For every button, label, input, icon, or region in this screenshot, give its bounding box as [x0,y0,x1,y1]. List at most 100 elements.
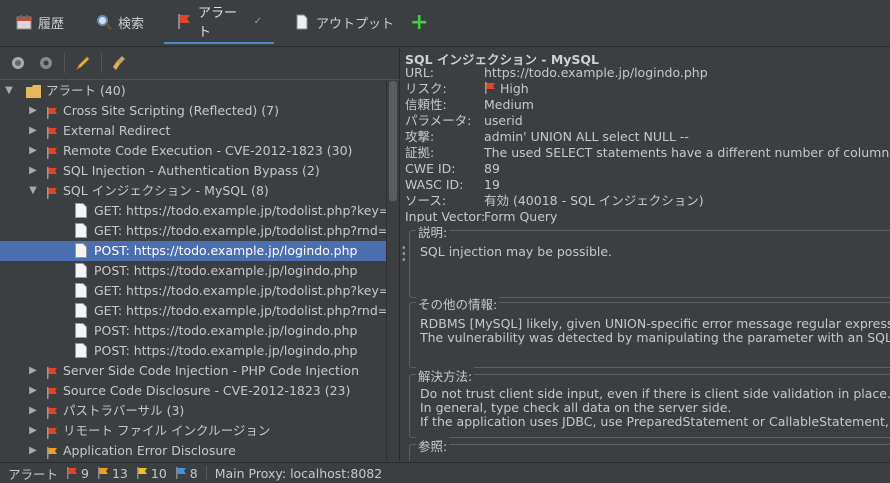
alert-group-label: External Redirect [63,123,171,138]
scrollbar-thumb[interactable] [389,81,397,201]
tab-search[interactable]: 検索 [84,0,156,44]
alert-instance-label: POST: https://todo.example.jp/logindo.ph… [94,263,358,278]
expand-arrow-icon[interactable]: ▶ [28,441,38,461]
alerts-tree-panel: ▼ アラート (40) ▶ Cross Site Scripting (Reflect… [0,47,400,461]
alert-group[interactable]: ▶ External Redirect [0,121,386,141]
tab-history-label: 履歴 [38,16,65,32]
alert-instance[interactable]: GET: https://todo.example.jp/todolist.ph… [0,201,386,221]
alert-group[interactable]: ▶ Server Side Code Injection - PHP Code I… [0,361,386,381]
alert-detail-panel: SQL インジェクション - MySQL URL: https://todo.ex… [405,47,890,461]
flag-icon [176,13,192,29]
alert-group[interactable]: ▶ リモート ファイル インクルージョン [0,421,386,441]
alert-instance-label: POST: https://todo.example.jp/logindo.ph… [94,343,358,358]
tab-output[interactable]: アウトプット [282,0,406,44]
tab-search-label: 検索 [118,16,145,32]
pencil-icon [75,56,90,71]
expand-arrow-icon[interactable]: ▶ [28,141,38,161]
alerts-tree[interactable]: ▼ アラート (40) ▶ Cross Site Scripting (Reflect… [0,81,386,461]
alert-instance[interactable]: POST: https://todo.example.jp/logindo.ph… [0,241,386,261]
risk-value: High [500,81,529,96]
expand-arrow-icon[interactable]: ▶ [28,381,38,401]
expand-arrow-icon[interactable]: ▶ [28,361,38,381]
alert-group-label: Application Error Disclosure [63,443,236,458]
document-icon [75,243,87,258]
expand-arrow-icon[interactable]: ▶ [28,121,38,141]
alert-instance[interactable]: POST: https://todo.example.jp/logindo.ph… [0,321,386,341]
clear-alerts-button[interactable] [110,53,130,73]
alert-instance-label: POST: https://todo.example.jp/logindo.ph… [94,243,358,258]
alert-group[interactable]: ▶ Remote Code Execution - CVE-2012-1823 (… [0,141,386,161]
filter-button[interactable] [8,53,28,73]
flag-icon [46,365,58,379]
alert-instance[interactable]: POST: https://todo.example.jp/logindo.ph… [0,341,386,361]
document-icon [294,14,310,30]
detail-field-value: 有効 (40018 - SQL インジェクション) [484,193,704,208]
detail-field-value: 19 [484,177,500,192]
tab-output-label: アウトプット [316,16,395,32]
scan-button[interactable] [36,53,56,73]
document-icon [75,203,87,218]
solution-title: 解決方法: [416,366,475,385]
collapse-arrow-icon[interactable]: ▼ [28,181,38,201]
detail-field-key: CWE ID: [405,161,456,176]
alert-instance[interactable]: GET: https://todo.example.jp/todolist.ph… [0,221,386,241]
toolbar-separator [64,53,65,73]
alert-group[interactable]: ▶ Source Code Disclosure - CVE-2012-1823 … [0,381,386,401]
alert-group[interactable]: ▶ Cross Site Scripting (Reflected) (7) [0,101,386,121]
flag-icon [46,185,58,199]
info-count: 8 [175,466,198,481]
description-title: 説明: [416,222,450,241]
flag-info-icon [175,467,186,479]
other-info-title: その他の情報: [416,294,500,313]
broom-icon [113,56,125,70]
detail-field-key: 証拠: [405,145,435,160]
alert-group-label: パストラバーサル (3) [63,403,185,418]
collapse-arrow-icon[interactable]: ▼ [4,81,14,101]
flag-icon [46,105,58,119]
alert-group-label: Cross Site Scripting (Reflected) (7) [63,103,279,118]
high-count: 9 [66,466,89,481]
detail-field-key: パラメータ: [405,113,472,128]
tree-root-alerts[interactable]: ▼ アラート (40) [0,81,386,101]
alert-instance[interactable]: GET: https://todo.example.jp/todolist.ph… [0,281,386,301]
high-count-value: 9 [81,465,89,481]
detail-field-value: Form Query [484,209,558,224]
detail-field-value: https://todo.example.jp/logindo.php [484,65,708,80]
alert-instance[interactable]: POST: https://todo.example.jp/logindo.ph… [0,261,386,281]
edit-alert-button[interactable] [73,53,93,73]
solution-line: Do not trust client side input, even if … [420,386,890,401]
add-tab-button[interactable]: + [410,12,428,34]
description-section: 説明: SQL injection may be possible. [409,222,890,298]
document-icon [75,263,87,278]
reference-title: 参照: [416,436,450,455]
flag-icon [46,445,58,459]
alert-instance-label: GET: https://todo.example.jp/todolist.ph… [94,223,386,238]
expand-arrow-icon[interactable]: ▶ [28,421,38,441]
solution-section: 解決方法: Do not trust client side input, ev… [409,366,890,438]
detail-field-key: リスク: [405,81,447,96]
expand-arrow-icon[interactable]: ▶ [28,101,38,121]
tab-bar: 履歴 検索 アラート ✓ アウトプット + [0,0,890,47]
expand-arrow-icon[interactable]: ▶ [28,161,38,181]
folder-icon [26,84,42,98]
expand-arrow-icon[interactable]: ▶ [28,401,38,421]
toolbar-separator [101,53,102,73]
alert-group[interactable]: ▶ パストラバーサル (3) [0,401,386,421]
detail-field-value: The used SELECT statements have a differ… [484,145,890,160]
detail-field-value: 89 [484,161,500,176]
alert-group[interactable]: ▶ SQL Injection - Authentication Bypass (… [0,161,386,181]
search-icon [96,14,113,31]
detail-field-key: URL: [405,65,435,80]
tree-vertical-scrollbar[interactable] [386,81,399,461]
status-alerts-label: アラート [8,466,59,482]
low-count-value: 10 [150,465,167,481]
tab-alerts[interactable]: アラート ✓ [164,0,274,44]
other-info-line: The vulnerability was detected by manipu… [420,330,890,345]
tab-history[interactable]: 履歴 [4,0,76,44]
alert-group-label: リモート ファイル インクルージョン [63,423,271,438]
medium-count-value: 13 [111,465,128,481]
alert-group[interactable]: ▶ Application Error Disclosure [0,441,386,461]
flag-medium-icon [97,467,108,479]
alert-group[interactable]: ▼ SQL インジェクション - MySQL (8) [0,181,386,201]
alert-instance[interactable]: GET: https://todo.example.jp/todolist.ph… [0,301,386,321]
